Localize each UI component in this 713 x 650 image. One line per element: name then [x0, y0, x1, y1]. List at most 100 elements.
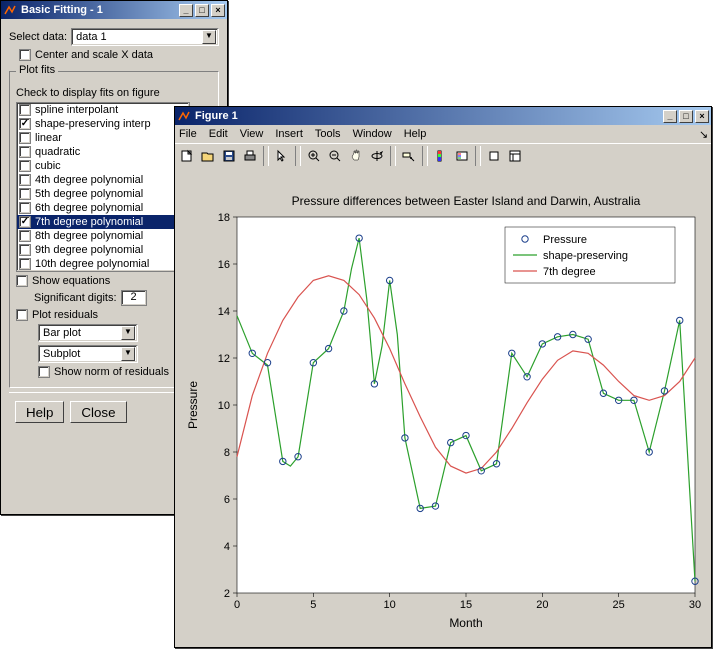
fit-checkbox[interactable] [19, 230, 31, 242]
rotate-3d-button[interactable] [367, 146, 387, 166]
fit-option[interactable]: 10th degree polynomial [17, 257, 189, 271]
fit-label: 5th degree polynomial [35, 188, 143, 200]
maximize-button[interactable]: □ [679, 110, 693, 123]
svg-text:10: 10 [384, 599, 396, 611]
fit-checkbox[interactable] [19, 258, 31, 270]
fit-option[interactable]: linear [17, 131, 189, 145]
residual-where-dropdown[interactable]: Subplot ▼ [38, 345, 138, 363]
fit-option[interactable]: 7th degree polynomial [17, 215, 189, 229]
menu-window[interactable]: Window [353, 128, 392, 140]
menubar: File Edit View Insert Tools Window Help ↘ [175, 125, 711, 143]
help-button[interactable]: Help [15, 401, 64, 423]
save-button[interactable] [219, 146, 239, 166]
legend-button[interactable] [452, 146, 472, 166]
chevron-down-icon: ▼ [121, 347, 135, 361]
svg-text:Pressure differences between E: Pressure differences between Easter Isla… [292, 194, 641, 208]
fit-option[interactable]: shape-preserving interp [17, 117, 189, 131]
fit-checkbox[interactable] [19, 174, 31, 186]
print-button[interactable] [240, 146, 260, 166]
fit-checkbox[interactable] [19, 132, 31, 144]
svg-text:Pressure: Pressure [186, 381, 200, 429]
fit-option[interactable]: 9th degree polynomial [17, 243, 189, 257]
fit-checkbox[interactable] [19, 160, 31, 172]
new-figure-button[interactable] [177, 146, 197, 166]
svg-text:12: 12 [218, 353, 230, 365]
fit-option[interactable]: 6th degree polynomial [17, 201, 189, 215]
close-button[interactable]: Close [70, 401, 126, 423]
check-display-label: Check to display fits on figure [16, 87, 218, 99]
svg-text:30: 30 [689, 599, 701, 611]
fit-option[interactable]: 5th degree polynomial [17, 187, 189, 201]
fit-option[interactable]: 8th degree polynomial [17, 229, 189, 243]
menu-edit[interactable]: Edit [209, 128, 228, 140]
fit-checkbox[interactable] [19, 216, 31, 228]
plot-residuals-checkbox[interactable] [16, 309, 28, 321]
menu-tools[interactable]: Tools [315, 128, 341, 140]
svg-text:0: 0 [234, 599, 240, 611]
fit-checkbox[interactable] [19, 202, 31, 214]
fit-label: 6th degree polynomial [35, 202, 143, 214]
chevron-down-icon: ▼ [121, 326, 135, 340]
fit-option[interactable]: cubic [17, 159, 189, 173]
svg-text:7th degree: 7th degree [543, 266, 596, 278]
pointer-button[interactable] [272, 146, 292, 166]
svg-text:10: 10 [218, 400, 230, 412]
svg-text:18: 18 [218, 212, 230, 224]
sig-digits-input[interactable]: 2 [121, 290, 147, 306]
data-cursor-button[interactable] [399, 146, 419, 166]
fit-label: spline interpolant [35, 104, 118, 116]
toolbar [175, 143, 711, 167]
svg-text:Pressure: Pressure [543, 234, 587, 246]
plot-area[interactable]: 05101520253024681012141618Pressure diffe… [175, 167, 711, 647]
hide-tools-button[interactable] [484, 146, 504, 166]
svg-text:14: 14 [218, 306, 230, 318]
menu-help[interactable]: Help [404, 128, 427, 140]
open-button[interactable] [198, 146, 218, 166]
zoom-out-button[interactable] [325, 146, 345, 166]
svg-text:5: 5 [310, 599, 316, 611]
pan-button[interactable] [346, 146, 366, 166]
menu-file[interactable]: File [179, 128, 197, 140]
minimize-button[interactable]: _ [179, 4, 193, 17]
fit-option[interactable]: quadratic [17, 145, 189, 159]
fit-list[interactable]: spline interpolantshape-preserving inter… [16, 102, 190, 272]
fit-checkbox[interactable] [19, 118, 31, 130]
fit-option[interactable]: spline interpolant [17, 103, 189, 117]
fig-title: Figure 1 [195, 110, 661, 122]
show-norm-checkbox[interactable] [38, 366, 50, 378]
center-scale-checkbox[interactable] [19, 49, 31, 61]
dock-icon[interactable]: ↘ [699, 128, 707, 141]
select-data-dropdown[interactable]: data 1 ▼ [71, 28, 219, 46]
fit-option[interactable]: 4th degree polynomial [17, 173, 189, 187]
sig-digits-label: Significant digits: [34, 292, 117, 304]
fit-checkbox[interactable] [19, 146, 31, 158]
bf-title: Basic Fitting - 1 [21, 4, 177, 16]
menu-insert[interactable]: Insert [275, 128, 303, 140]
select-data-label: Select data: [9, 31, 67, 43]
show-equations-label: Show equations [32, 275, 110, 287]
colorbar-button[interactable] [431, 146, 451, 166]
fig-titlebar[interactable]: Figure 1 _ □ × [175, 107, 711, 125]
menu-view[interactable]: View [240, 128, 264, 140]
zoom-in-button[interactable] [304, 146, 324, 166]
maximize-button[interactable]: □ [195, 4, 209, 17]
show-equations-checkbox[interactable] [16, 275, 28, 287]
chevron-down-icon: ▼ [202, 30, 216, 44]
show-tools-button[interactable] [505, 146, 525, 166]
minimize-button[interactable]: _ [663, 110, 677, 123]
matlab-icon [3, 3, 17, 17]
residual-type-dropdown[interactable]: Bar plot ▼ [38, 324, 138, 342]
close-button[interactable]: × [211, 4, 225, 17]
svg-text:20: 20 [536, 599, 548, 611]
plot-fits-title: Plot fits [16, 64, 58, 76]
fit-label: 7th degree polynomial [35, 216, 143, 228]
fit-checkbox[interactable] [19, 244, 31, 256]
svg-text:Month: Month [449, 616, 482, 630]
show-norm-label: Show norm of residuals [54, 366, 169, 378]
fit-checkbox[interactable] [19, 104, 31, 116]
fit-checkbox[interactable] [19, 188, 31, 200]
center-scale-label: Center and scale X data [35, 49, 153, 61]
menu-items[interactable]: File Edit View Insert Tools Window Help [179, 128, 426, 140]
close-button[interactable]: × [695, 110, 709, 123]
bf-titlebar[interactable]: Basic Fitting - 1 _ □ × [1, 1, 227, 19]
